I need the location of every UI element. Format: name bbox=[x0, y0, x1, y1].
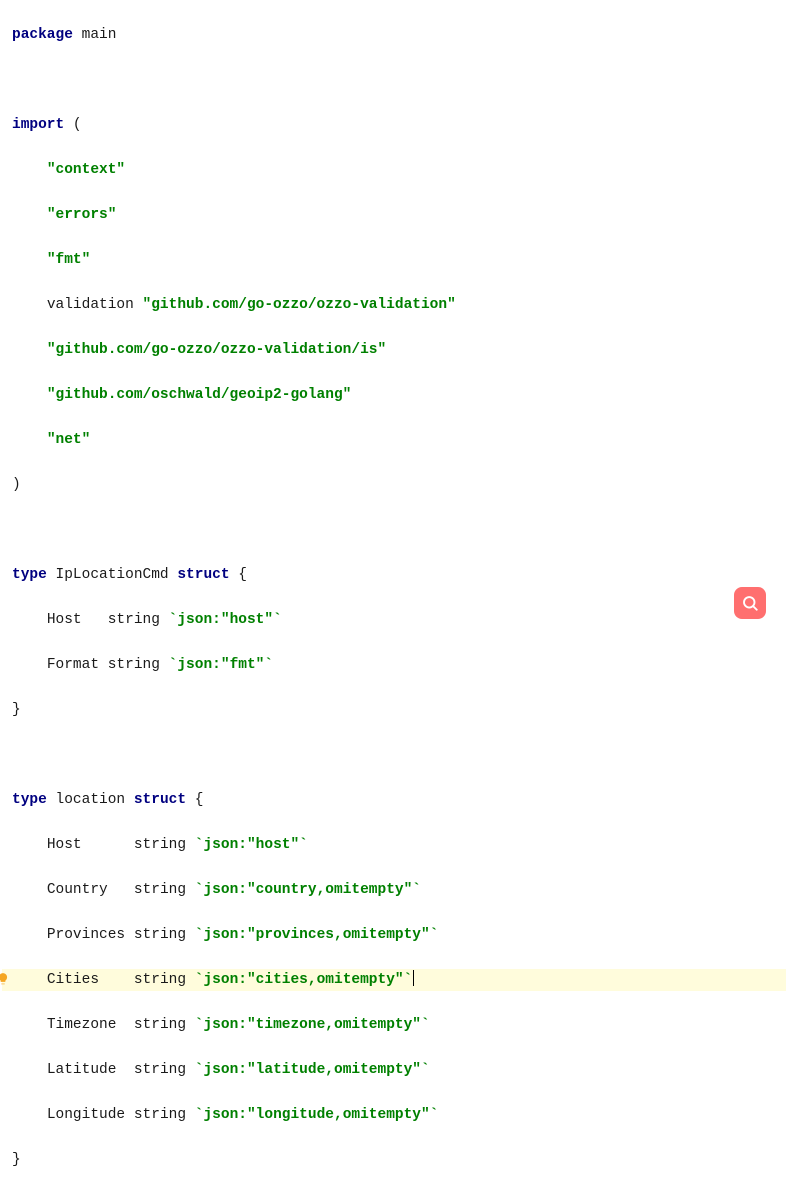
import-path: "github.com/oschwald/geoip2-golang" bbox=[47, 387, 352, 403]
field-type: string bbox=[134, 1062, 186, 1078]
code-line[interactable]: ) bbox=[2, 474, 786, 497]
field-name: Host bbox=[47, 612, 82, 628]
struct-tag: `json:"timezone,omitempty"` bbox=[195, 1017, 430, 1033]
code-line[interactable]: import ( bbox=[2, 114, 786, 137]
field-name: Country bbox=[47, 882, 108, 898]
keyword-struct: struct bbox=[177, 567, 229, 583]
type-name: location bbox=[56, 792, 126, 808]
struct-tag: `json:"longitude,omitempty"` bbox=[195, 1107, 439, 1123]
code-line[interactable]: Format string `json:"fmt"` bbox=[2, 654, 786, 677]
import-path: "fmt" bbox=[47, 252, 91, 268]
keyword-type: type bbox=[12, 792, 47, 808]
code-line[interactable]: Host string `json:"host"` bbox=[2, 834, 786, 857]
field-name: Format bbox=[47, 657, 99, 673]
struct-tag: `json:"host"` bbox=[195, 837, 308, 853]
keyword-import: import bbox=[12, 117, 64, 133]
code-line[interactable]: "fmt" bbox=[2, 249, 786, 272]
code-line[interactable]: "context" bbox=[2, 159, 786, 182]
text-caret bbox=[413, 970, 414, 986]
close-brace: } bbox=[12, 702, 21, 718]
struct-tag: `json:"cities,omitempty"` bbox=[195, 972, 413, 988]
field-type: string bbox=[108, 612, 160, 628]
field-type: string bbox=[134, 837, 186, 853]
code-line[interactable]: "github.com/oschwald/geoip2-golang" bbox=[2, 384, 786, 407]
code-line[interactable]: type IpLocationCmd struct { bbox=[2, 564, 786, 587]
field-name: Latitude bbox=[47, 1062, 117, 1078]
code-line[interactable]: "errors" bbox=[2, 204, 786, 227]
struct-tag: `json:"provinces,omitempty"` bbox=[195, 927, 439, 943]
field-name: Cities bbox=[47, 972, 99, 988]
code-editor[interactable]: package main import ( "context" "errors"… bbox=[0, 0, 786, 1196]
field-type: string bbox=[108, 657, 160, 673]
code-line[interactable]: package main bbox=[2, 24, 786, 47]
code-line[interactable]: Timezone string `json:"timezone,omitempt… bbox=[2, 1014, 786, 1037]
keyword-type: type bbox=[12, 567, 47, 583]
struct-tag: `json:"country,omitempty"` bbox=[195, 882, 421, 898]
code-line[interactable]: } bbox=[2, 1149, 786, 1172]
import-path: "net" bbox=[47, 432, 91, 448]
code-line[interactable]: Latitude string `json:"latitude,omitempt… bbox=[2, 1059, 786, 1082]
field-name: Timezone bbox=[47, 1017, 117, 1033]
field-type: string bbox=[134, 972, 186, 988]
code-line[interactable]: type location struct { bbox=[2, 789, 786, 812]
code-line[interactable]: } bbox=[2, 699, 786, 722]
code-line-active[interactable]: Cities string `json:"cities,omitempty"` bbox=[2, 969, 786, 992]
code-line[interactable]: "github.com/go-ozzo/ozzo-validation/is" bbox=[2, 339, 786, 362]
package-name: main bbox=[82, 27, 117, 43]
code-line[interactable]: Longitude string `json:"longitude,omitem… bbox=[2, 1104, 786, 1127]
type-name: IpLocationCmd bbox=[56, 567, 169, 583]
lightbulb-icon[interactable] bbox=[0, 972, 10, 986]
struct-tag: `json:"latitude,omitempty"` bbox=[195, 1062, 430, 1078]
close-brace: } bbox=[12, 1152, 21, 1168]
import-path: "github.com/go-ozzo/ozzo-validation/is" bbox=[47, 342, 386, 358]
field-name: Longitude bbox=[47, 1107, 125, 1123]
search-button[interactable] bbox=[734, 587, 766, 619]
struct-tag: `json:"host"` bbox=[169, 612, 282, 628]
import-path: "github.com/go-ozzo/ozzo-validation" bbox=[143, 297, 456, 313]
code-line[interactable]: Country string `json:"country,omitempty"… bbox=[2, 879, 786, 902]
code-line[interactable]: validation "github.com/go-ozzo/ozzo-vali… bbox=[2, 294, 786, 317]
code-line[interactable]: "net" bbox=[2, 429, 786, 452]
field-name: Provinces bbox=[47, 927, 125, 943]
field-type: string bbox=[134, 1017, 186, 1033]
code-line[interactable] bbox=[2, 744, 786, 767]
code-line[interactable]: Provinces string `json:"provinces,omitem… bbox=[2, 924, 786, 947]
keyword-struct: struct bbox=[134, 792, 186, 808]
code-line[interactable] bbox=[2, 519, 786, 542]
code-line[interactable]: Host string `json:"host"` bbox=[2, 609, 786, 632]
field-type: string bbox=[134, 927, 186, 943]
import-path: "context" bbox=[47, 162, 125, 178]
import-alias: validation bbox=[47, 297, 143, 313]
field-type: string bbox=[134, 1107, 186, 1123]
close-paren: ) bbox=[12, 477, 21, 493]
import-path: "errors" bbox=[47, 207, 117, 223]
open-brace: { bbox=[238, 567, 247, 583]
field-type: string bbox=[134, 882, 186, 898]
open-paren: ( bbox=[73, 117, 82, 133]
code-line[interactable] bbox=[2, 69, 786, 92]
search-icon bbox=[741, 594, 759, 612]
open-brace: { bbox=[195, 792, 204, 808]
field-name: Host bbox=[47, 837, 82, 853]
keyword-package: package bbox=[12, 27, 73, 43]
struct-tag: `json:"fmt"` bbox=[169, 657, 273, 673]
